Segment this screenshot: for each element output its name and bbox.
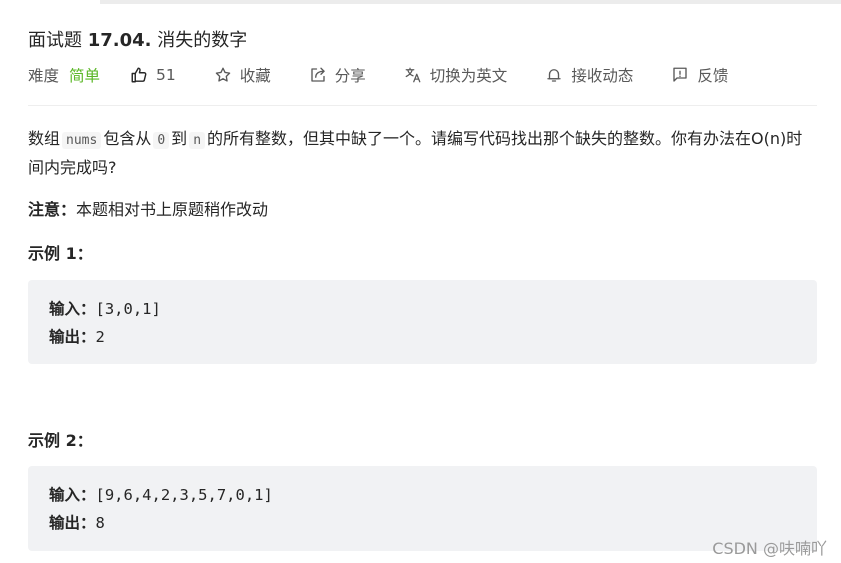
example-2-input: [9,6,4,2,3,5,7,0,1] [95, 486, 273, 504]
star-icon [214, 66, 232, 84]
problem-description: 数组 nums 包含从 0 到 n 的所有整数，但其中缺了一个。请编写代码找出那个缺失的整数… [28, 125, 818, 181]
divider [28, 105, 817, 106]
output-label: 输出： [49, 328, 96, 346]
top-bar [100, 0, 841, 4]
inline-code-n: n [189, 132, 206, 149]
title-name: 消失的数字 [157, 30, 248, 51]
subscribe-label: 接收动态 [571, 67, 634, 85]
problem-meta-bar: 难度 简单 51 收藏 分享 切换为英文 接收动态 反馈 [28, 62, 728, 88]
example-2-title: 示例 2： [28, 431, 93, 450]
inline-code-nums: nums [62, 132, 102, 149]
note: 注意：本题相对书上原题稍作改动 [28, 196, 268, 220]
watermark: CSDN @呋喃吖 [712, 539, 827, 558]
note-text: 本题相对书上原题稍作改动 [76, 200, 269, 219]
difficulty-badge: 简单 [69, 67, 101, 85]
translate-button[interactable]: 切换为英文 [404, 64, 508, 86]
example-2-input-line: 输入：[9,6,4,2,3,5,7,0,1] [49, 483, 273, 505]
example-1-output-line: 输出：2 [49, 325, 105, 347]
output-label: 输出： [49, 514, 96, 532]
desc-text-3: 到 [171, 129, 188, 148]
thumbs-up-icon [130, 66, 148, 84]
feedback-button[interactable]: 反馈 [671, 64, 728, 86]
subscribe-button[interactable]: 接收动态 [545, 64, 633, 86]
flag-icon [671, 66, 689, 84]
input-label: 输入： [49, 486, 96, 504]
problem-title: 面试题 17.04. 消失的数字 [28, 26, 247, 52]
like-count: 51 [156, 66, 176, 84]
example-2-output-line: 输出：8 [49, 511, 105, 533]
desc-text-1: 数组 [28, 129, 61, 148]
title-prefix: 面试题 [28, 30, 82, 51]
inline-code-zero: 0 [153, 132, 170, 149]
example-1-input: [3,0,1] [95, 300, 161, 318]
difficulty-label: 难度 [28, 67, 60, 85]
favorite-button[interactable]: 收藏 [214, 64, 271, 86]
example-1-title: 示例 1： [28, 244, 93, 263]
desc-text-2: 包含从 [103, 129, 152, 148]
example-1-codeblock: 输入：[3,0,1] 输出：2 [28, 280, 817, 364]
example-1-input-line: 输入：[3,0,1] [49, 297, 161, 319]
like-button[interactable]: 51 [130, 66, 176, 84]
favorite-label: 收藏 [239, 67, 271, 85]
example-2-output: 8 [95, 514, 105, 532]
input-label: 输入： [49, 300, 96, 318]
example-2-codeblock: 输入：[9,6,4,2,3,5,7,0,1] 输出：8 [28, 466, 817, 551]
share-label: 分享 [334, 67, 366, 85]
feedback-label: 反馈 [697, 67, 729, 85]
share-button[interactable]: 分享 [309, 64, 366, 86]
note-label: 注意： [28, 200, 77, 219]
title-number: 17.04. [87, 30, 152, 51]
bell-icon [545, 66, 563, 84]
translate-icon [404, 66, 422, 84]
share-icon [309, 66, 327, 84]
example-1-output: 2 [95, 328, 105, 346]
translate-label: 切换为英文 [429, 67, 508, 85]
